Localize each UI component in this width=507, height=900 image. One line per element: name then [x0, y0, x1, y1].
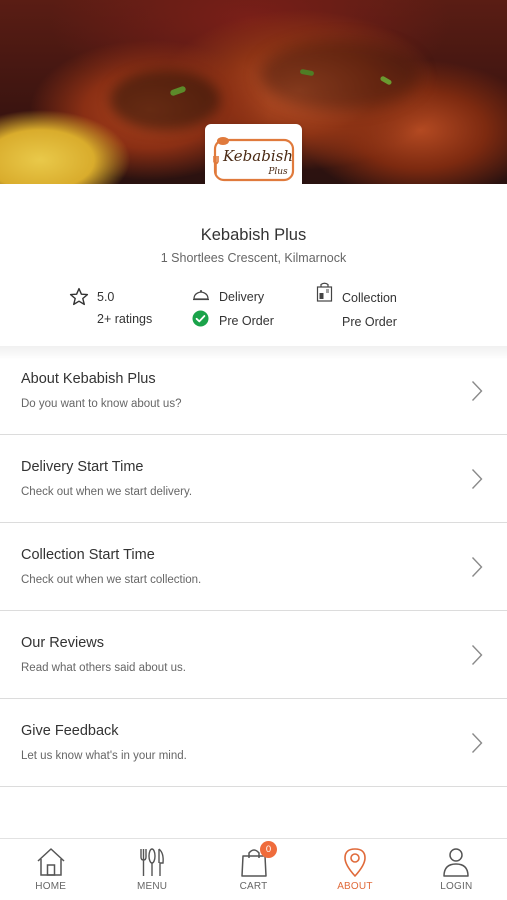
list-item-title: Delivery Start Time — [21, 459, 144, 475]
ratings-count: 2+ ratings — [97, 312, 153, 326]
list-item-about[interactable]: About Kebabish Plus Do you want to know … — [0, 347, 507, 435]
nav-item-cart[interactable]: CART — [203, 839, 304, 900]
user-icon — [443, 848, 470, 877]
nav-label: LOGIN — [440, 881, 473, 892]
rating-value: 5.0 — [97, 290, 115, 304]
chevron-right-icon — [471, 733, 483, 753]
list-item-subtitle: Check out when we start collection. — [21, 574, 202, 586]
cart-count-badge: 0 — [260, 841, 277, 858]
list-item-subtitle: Do you want to know about us? — [21, 398, 182, 410]
svg-text:Plus: Plus — [267, 167, 288, 177]
list-item-give-feedback[interactable]: Give Feedback Let us know what's in your… — [0, 699, 507, 787]
list-item-subtitle: Check out when we start delivery. — [21, 486, 193, 498]
list-item-title: Collection Start Time — [21, 547, 155, 563]
delivery-preorder: Pre Order — [219, 314, 274, 328]
nav-item-about[interactable]: ABOUT — [304, 839, 405, 900]
nav-label: CART — [239, 881, 268, 892]
kebabish-logo-icon: Kebabish Plus — [212, 137, 294, 182]
nav-item-menu[interactable]: MENU — [101, 839, 202, 900]
delivery-icon — [193, 290, 209, 301]
restaurant-info: Kebabish Plus 1 Shortlees Crescent, Kilm… — [0, 184, 507, 346]
location-pin-icon — [344, 848, 366, 877]
check-circle-icon — [192, 310, 209, 327]
list-item-our-reviews[interactable]: Our Reviews Read what others said about … — [0, 611, 507, 699]
cutlery-icon — [140, 848, 164, 876]
delivery-label: Delivery — [219, 290, 265, 304]
chevron-right-icon — [471, 381, 483, 401]
nav-item-login[interactable]: LOGIN — [406, 839, 507, 900]
home-icon — [37, 848, 65, 876]
list-item-title: Our Reviews — [21, 635, 104, 651]
collection-preorder: Pre Order — [342, 315, 397, 329]
chevron-right-icon — [471, 557, 483, 577]
nav-item-home[interactable]: HOME — [0, 839, 101, 900]
bottom-nav: HOME MENU CART ABOUT LOGIN — [0, 838, 507, 900]
list-item-subtitle: Let us know what's in your mind. — [21, 750, 187, 762]
about-menu-list: About Kebabish Plus Do you want to know … — [0, 347, 507, 787]
collection-bag-icon — [316, 282, 333, 302]
nav-label: HOME — [35, 881, 67, 892]
restaurant-address: 1 Shortlees Crescent, Kilmarnock — [160, 251, 347, 265]
list-item-collection-start-time[interactable]: Collection Start Time Check out when we … — [0, 523, 507, 611]
list-item-title: About Kebabish Plus — [21, 371, 156, 387]
star-icon — [69, 287, 89, 306]
list-item-subtitle: Read what others said about us. — [21, 662, 186, 674]
svg-text:Kebabish: Kebabish — [222, 147, 293, 165]
collection-label: Collection — [342, 291, 397, 305]
list-item-title: Give Feedback — [21, 723, 119, 739]
restaurant-name: Kebabish Plus — [200, 226, 307, 244]
nav-label: MENU — [136, 881, 168, 892]
chevron-right-icon — [471, 469, 483, 489]
chevron-right-icon — [471, 645, 483, 665]
list-item-delivery-start-time[interactable]: Delivery Start Time Check out when we st… — [0, 435, 507, 523]
nav-label: ABOUT — [337, 881, 373, 892]
